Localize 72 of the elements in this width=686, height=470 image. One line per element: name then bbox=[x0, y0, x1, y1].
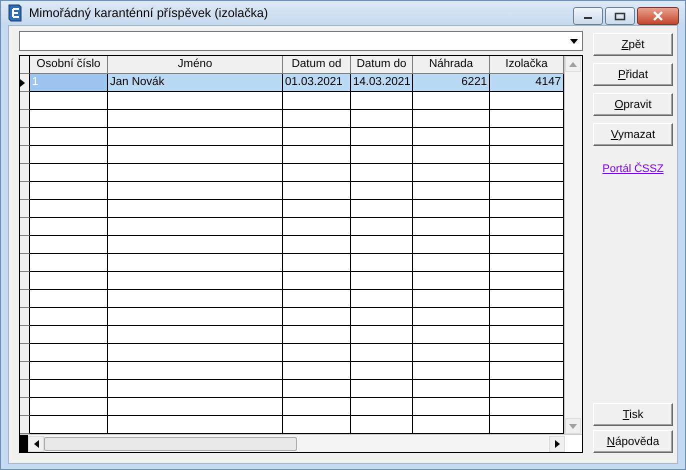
table-cell bbox=[283, 254, 351, 272]
table-cell bbox=[283, 182, 351, 200]
close-button[interactable] bbox=[637, 7, 679, 25]
table-cell bbox=[351, 344, 413, 362]
portal-link[interactable]: Portál ČSSZ bbox=[593, 163, 673, 175]
table-cell bbox=[351, 308, 413, 326]
action-button[interactable]: Tisk bbox=[593, 403, 673, 426]
column-header[interactable]: Izolačka bbox=[490, 56, 564, 74]
column-header[interactable]: Osobní číslo bbox=[30, 56, 108, 74]
table-cell bbox=[351, 218, 413, 236]
scroll-down-icon bbox=[569, 424, 577, 428]
table-cell bbox=[351, 290, 413, 308]
table-cell: Jan Novák bbox=[108, 74, 283, 92]
table-cell bbox=[283, 362, 351, 380]
table-cell bbox=[283, 128, 351, 146]
vertical-scrollbar[interactable] bbox=[564, 56, 582, 434]
table-cell bbox=[351, 146, 413, 164]
table-cell bbox=[283, 218, 351, 236]
table-cell bbox=[351, 92, 413, 110]
scroll-left-icon bbox=[34, 440, 38, 448]
table-cell bbox=[283, 290, 351, 308]
app-icon bbox=[7, 4, 23, 22]
table-cell bbox=[283, 200, 351, 218]
action-button[interactable]: Přidat bbox=[593, 63, 673, 86]
scroll-right-icon bbox=[554, 440, 560, 448]
table-cell bbox=[283, 380, 351, 398]
table-cell bbox=[351, 272, 413, 290]
table-cell bbox=[283, 146, 351, 164]
table-cell bbox=[351, 254, 413, 272]
table-cell bbox=[351, 182, 413, 200]
table-cell bbox=[351, 362, 413, 380]
maximize-button[interactable] bbox=[605, 7, 635, 25]
scrollbar-thumb[interactable] bbox=[44, 436, 297, 450]
dropdown-arrow-icon bbox=[570, 38, 578, 44]
column-header[interactable]: Náhrada bbox=[413, 56, 490, 74]
table-cell bbox=[351, 398, 413, 416]
table-cell bbox=[283, 164, 351, 182]
maximize-icon bbox=[614, 12, 626, 20]
close-icon bbox=[652, 11, 664, 21]
action-button[interactable]: Opravit bbox=[593, 93, 673, 116]
table-cell bbox=[283, 398, 351, 416]
table-cell: 1 bbox=[30, 74, 108, 92]
table-cell bbox=[283, 308, 351, 326]
window-title: Mimořádný karanténní příspěvek (izolačka) bbox=[29, 6, 269, 20]
table-cell bbox=[351, 380, 413, 398]
table-cell bbox=[351, 164, 413, 182]
table-cell bbox=[351, 110, 413, 128]
action-button[interactable]: Vymazat bbox=[593, 123, 673, 146]
table-cell bbox=[283, 326, 351, 344]
column-header[interactable]: Datum od bbox=[283, 56, 351, 74]
minimize-button[interactable] bbox=[573, 7, 603, 25]
table-cell bbox=[283, 110, 351, 128]
column-header[interactable]: Datum do bbox=[351, 56, 413, 74]
table-cell: 6221 bbox=[413, 74, 490, 92]
action-button[interactable]: Nápověda bbox=[593, 430, 673, 453]
table-row[interactable]: 1 Jan Novák 01.03.2021 14.03.2021 6221 4147 bbox=[20, 74, 564, 92]
table-cell bbox=[351, 326, 413, 344]
table-cell bbox=[351, 236, 413, 254]
table-cell: 4147 bbox=[490, 74, 564, 92]
table-cell bbox=[351, 128, 413, 146]
action-button[interactable]: Zpět bbox=[593, 33, 673, 56]
table-cell: 01.03.2021 bbox=[283, 74, 351, 92]
filter-dropdown[interactable] bbox=[19, 31, 583, 51]
column-header[interactable]: Jméno bbox=[108, 56, 283, 74]
table-cell bbox=[283, 92, 351, 110]
horizontal-scrollbar[interactable] bbox=[20, 434, 582, 452]
table-cell: 14.03.2021 bbox=[351, 74, 413, 92]
table-cell bbox=[283, 272, 351, 290]
scroll-up-icon bbox=[569, 62, 577, 66]
table-cell bbox=[283, 344, 351, 362]
table-cell bbox=[351, 200, 413, 218]
table-cell bbox=[283, 236, 351, 254]
